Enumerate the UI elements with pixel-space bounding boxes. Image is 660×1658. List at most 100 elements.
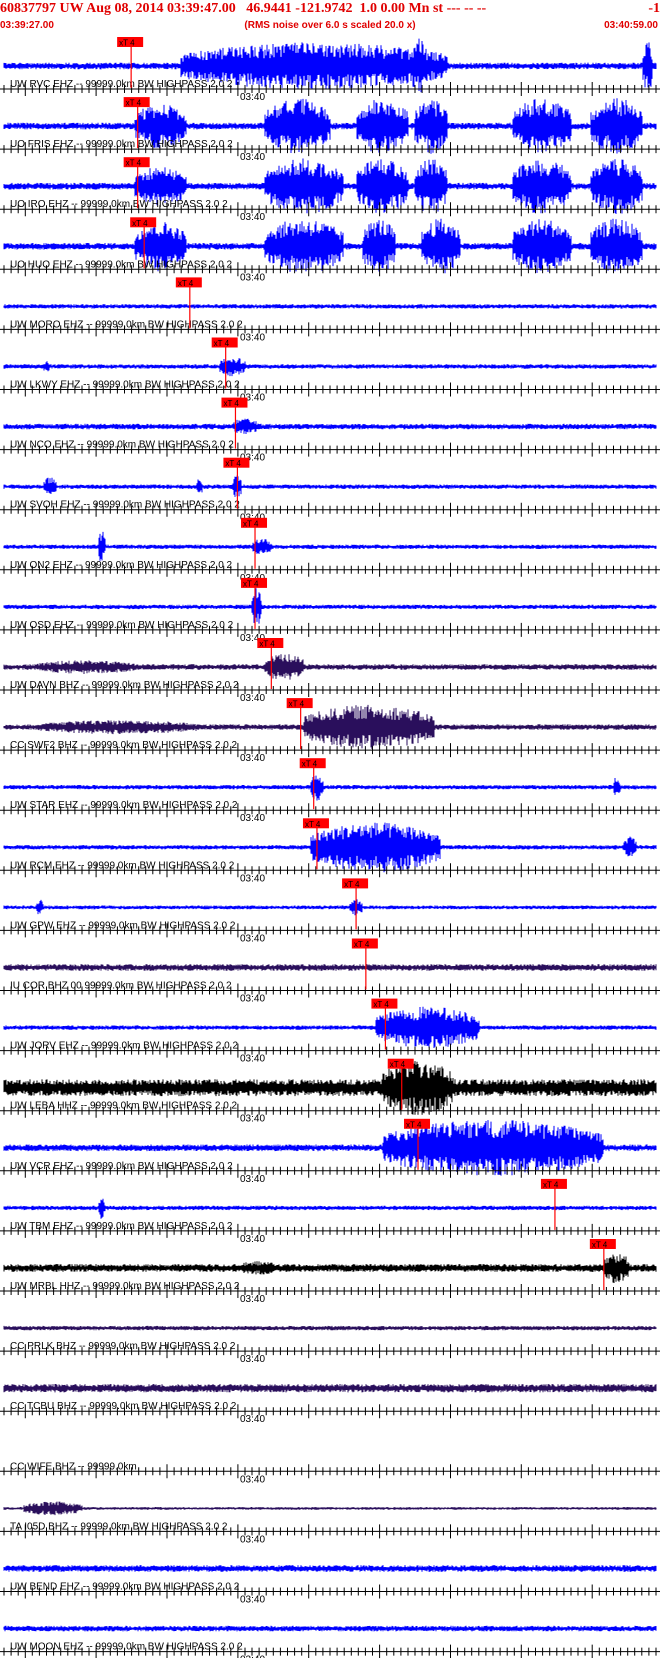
waveform	[3, 1198, 657, 1219]
trace-row: 03:40UW LKWY EHZ -- 99999.0km BW HIGHPAS…	[0, 337, 660, 404]
waveform	[3, 1565, 657, 1572]
station-label: CC SWF2 BHZ -- 99999.0km BW HIGHPASS 2.0…	[10, 740, 238, 751]
pick-label: xT 4	[354, 940, 370, 949]
minute-label: 03:40	[240, 212, 265, 223]
trace-row: 03:40 UW TBM EHZ -- 99999.0km BW HIGHPASS…	[0, 1178, 660, 1245]
minute-label: 03:40	[240, 1174, 265, 1185]
trace-row: 03:40CC TCBU BHZ -- 99999.0km BW HIGHPAS…	[0, 1384, 660, 1425]
station-label: IU COR BHZ 00 99999.0km BW HIGHPASS 2.0 …	[10, 981, 232, 992]
minute-label: 03:40	[240, 1294, 265, 1305]
trace-row: 03:40 IU COR BHZ 00 99999.0km BW HIGHPASS…	[0, 938, 660, 1005]
minute-label: 03:40	[240, 1414, 265, 1425]
trace-row: 03:40 UO IRO EHZ -- 99999.0km BW HIGHPASS…	[0, 157, 660, 223]
pick-label: xT 4	[305, 820, 321, 829]
trace-row: 03:40 UO HUO EHZ -- 99999.0km BW HIGHPASS…	[0, 217, 660, 283]
trace-row: 03:40UW MRBL HHZ -- 99999.0km BW HIGHPAS…	[0, 1239, 660, 1305]
station-label: UW BEND EHZ -- 99999.0km BW HIGHPASS 2.0…	[10, 1582, 240, 1593]
trace-row: 03:40UW BEND EHZ -- 99999.0km BW HIGHPAS…	[0, 1565, 660, 1606]
record-header: 60837797 UW Aug 08, 2014 03:39:47.00 46.…	[0, 0, 660, 36]
station-label: TA I05D BHZ -- 99999.0km BW HIGHPASS 2.0…	[10, 1521, 228, 1532]
trace-row: 03:40UW SVOH EHZ -- 99999.0km BW HIGHPAS…	[0, 457, 660, 524]
minute-label: 03:40	[240, 1595, 265, 1606]
trace-row: 03:40 UW RVC EHZ -- 99999.0km BW HIGHPASS…	[0, 37, 660, 103]
waveform	[3, 964, 657, 971]
minute-label: 03:40	[240, 1114, 265, 1125]
trace-row: 03:40 UW VCR EHZ -- 99999.0km BW HIGHPASS…	[0, 1118, 660, 1185]
waveform	[3, 899, 657, 916]
waveform	[3, 418, 657, 434]
pick-label: xT 4	[126, 159, 142, 168]
minute-label: 03:40	[240, 1054, 265, 1065]
trace-row: 03:40UW ON2 EHZ -- 99999.0km BW HIGHPASS…	[0, 517, 660, 584]
station-label: UW MRBL HHZ -- 99999.0km BW HIGHPASS 2.0…	[10, 1281, 240, 1292]
trace-row: 03:40 TA I05D BHZ -- 99999.0km BW HIGHPAS…	[0, 1501, 660, 1545]
pick-label: xT 4	[214, 339, 230, 348]
pick-label: xT 4	[390, 1060, 406, 1069]
seismogram-plot: 03:40 UW RVC EHZ -- 99999.0km BW HIGHPASS…	[0, 37, 660, 1658]
minute-label: 03:40	[240, 1234, 265, 1245]
pick-label: xT 4	[259, 640, 275, 649]
waveform	[3, 1501, 657, 1516]
station-label: UW OSD EHZ -- 99999.0km BW HIGHPASS 2.0 …	[10, 620, 234, 631]
station-label: UW RCM EHZ -- 99999.0km BW HIGHPASS 2.0 …	[10, 860, 235, 871]
trace-row: 03:40 UW GPW EHZ -- 99999.0km BW HIGHPASS…	[0, 878, 660, 944]
waveform	[3, 654, 657, 680]
minute-label: 03:40	[240, 813, 265, 824]
station-label: UW MOON EHZ -- 99999.0km BW HIGHPASS 2.0…	[10, 1642, 243, 1653]
waveform	[3, 531, 657, 561]
trace-row: 03:40 CC WIFE BHZ -- 99999.0km	[0, 1461, 660, 1485]
station-label: CC PRLK BHZ -- 99999.0km BW HIGHPASS 2.0…	[10, 1341, 236, 1352]
station-label: UW JORV EHZ -- 99999.0km BW HIGHPASS 2.0…	[10, 1041, 238, 1052]
waveform	[3, 775, 657, 801]
pick-label: xT 4	[243, 519, 259, 528]
trace-row: 03:40 UW RCM EHZ -- 99999.0km BW HIGHPASS…	[0, 818, 660, 884]
station-label: UW VCR EHZ -- 99999.0km BW HIGHPASS 2.0 …	[10, 1161, 233, 1172]
minute-label: 03:40	[240, 1354, 265, 1365]
trace-row: 03:40 UW MORO EHZ -- 99999.0km BW HIGHPAS…	[0, 277, 660, 343]
station-label: UW STAR EHZ -- 99999.0km BW HIGHPASS 2.0…	[10, 800, 238, 811]
trace-row: 03:40 UO FRIS EHZ -- 99999.0km BW HIGHPAS…	[0, 97, 660, 163]
minute-label: 03:40	[240, 92, 265, 103]
station-label: UO FRIS EHZ -- 99999.0km BW HIGHPASS 2.0…	[10, 139, 233, 150]
pick-label: xT 4	[132, 219, 148, 228]
minute-label: 03:40	[240, 332, 265, 343]
event-title: 60837797 UW Aug 08, 2014 03:39:47.00 46.…	[0, 1, 487, 16]
trace-row: 03:40UW JORV EHZ -- 99999.0km BW HIGHPAS…	[0, 998, 660, 1065]
station-label: CC TCBU BHZ -- 99999.0km BW HIGHPASS 2.0…	[10, 1401, 237, 1412]
waveform	[3, 358, 657, 377]
minute-label: 03:40	[240, 152, 265, 163]
station-label: UW ON2 EHZ -- 99999.0km BW HIGHPASS 2.0 …	[10, 560, 233, 571]
pick-label: xT 4	[373, 1000, 389, 1009]
pick-label: xT 4	[543, 1180, 559, 1189]
minute-label: 03:40	[240, 1474, 265, 1485]
trace-row: 03:40UW STAR EHZ -- 99999.0km BW HIGHPAS…	[0, 758, 660, 824]
pick-label: xT 4	[289, 700, 305, 709]
station-label: UO IRO EHZ -- 99999.0km BW HIGHPASS 2.0 …	[10, 199, 228, 210]
pick-label: xT 4	[344, 880, 360, 889]
station-label: UW NCO EHZ -- 99999.0km BW HIGHPASS 2.0 …	[10, 440, 234, 451]
station-label: UW LEBA HHZ -- 99999.0km BW HIGHPASS 2.0…	[10, 1101, 238, 1112]
waveform	[3, 1625, 657, 1632]
pick-label: xT 4	[592, 1241, 608, 1250]
waveform	[3, 304, 657, 309]
trace-row: 03:40CC SWF2 BHZ -- 99999.0km BW HIGHPAS…	[0, 698, 660, 764]
end-time: 03:40:59.00	[604, 20, 658, 31]
station-label: CC WIFE BHZ -- 99999.0km	[10, 1461, 137, 1472]
trace-row: 03:40UW OSD EHZ -- 99999.0km BW HIGHPASS…	[0, 577, 660, 644]
minute-label: 03:40	[240, 272, 265, 283]
waveform	[3, 588, 657, 624]
minute-label: 03:40	[240, 994, 265, 1005]
pick-label: xT 4	[223, 399, 239, 408]
station-label: UW TBM EHZ -- 99999.0km BW HIGHPASS 2.0 …	[10, 1221, 233, 1232]
rms-note: (RMS noise over 6.0 s scaled 20.0 x)	[244, 20, 416, 31]
pick-label: xT 4	[119, 39, 135, 48]
trace-row: 03:40 UW MOON EHZ -- 99999.0km BW HIGHPAS…	[0, 1625, 660, 1658]
minute-label: 03:40	[240, 753, 265, 764]
trace-row: 03:40UW LEBA HHZ -- 99999.0km BW HIGHPAS…	[0, 1058, 660, 1125]
waveform	[3, 1254, 657, 1283]
trace-row: 03:40 CC PRLK BHZ -- 99999.0km BW HIGHPAS…	[0, 1325, 660, 1365]
station-label: UW SVOH EHZ -- 99999.0km BW HIGHPASS 2.0…	[10, 500, 240, 511]
station-label: UW LKWY EHZ -- 99999.0km BW HIGHPASS 2.0…	[10, 380, 240, 391]
pick-label: xT 4	[126, 99, 142, 108]
pick-label: xT 4	[302, 760, 318, 769]
